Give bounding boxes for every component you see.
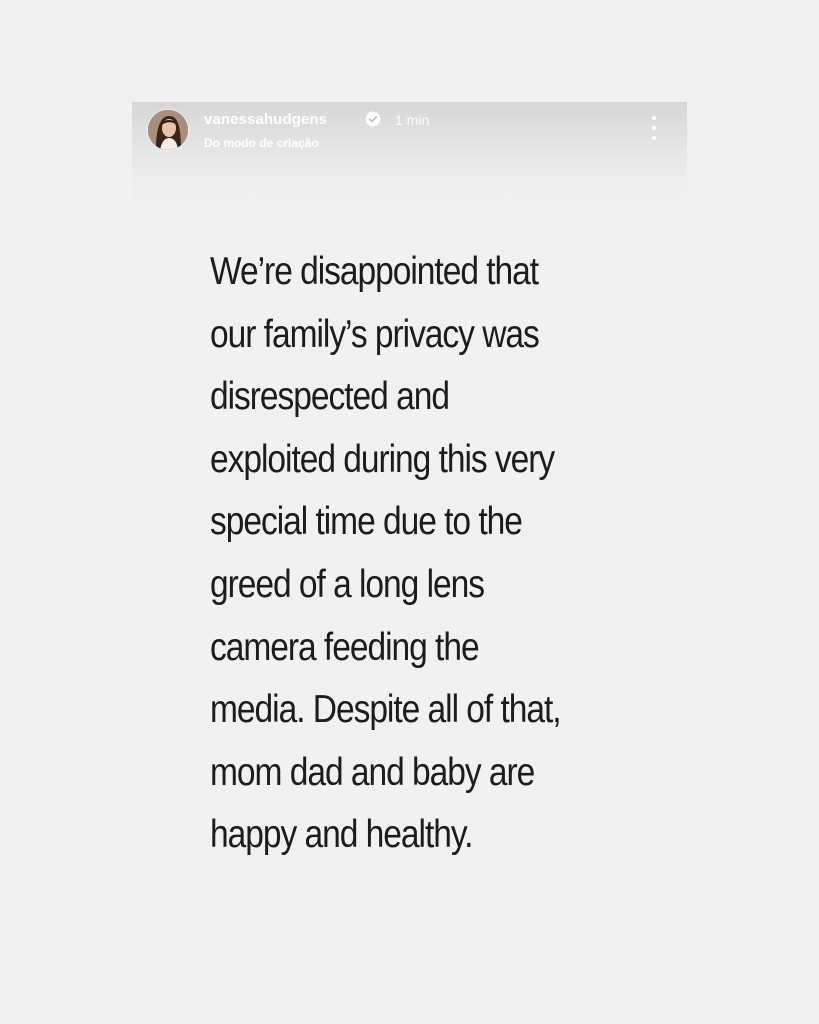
more-options-icon[interactable] bbox=[645, 116, 663, 140]
avatar-image-icon bbox=[148, 110, 188, 150]
username[interactable]: vanessahudgens bbox=[204, 111, 327, 128]
message-line: special time due to the bbox=[210, 500, 523, 544]
story-text-message: We’re disappointed that our family’s pri… bbox=[210, 241, 606, 867]
more-dot bbox=[652, 116, 656, 120]
message-line: media. Despite all of that, bbox=[210, 688, 562, 732]
story-subtitle: Do modo de criação bbox=[204, 136, 319, 150]
more-dot bbox=[652, 136, 656, 140]
message-line: exploited during this very bbox=[210, 437, 555, 481]
message-line: greed of a long lens bbox=[210, 562, 485, 606]
message-line: camera feeding the bbox=[210, 625, 480, 669]
message-line: We’re disappointed that bbox=[210, 250, 539, 293]
verified-badge-icon bbox=[365, 111, 381, 127]
avatar[interactable] bbox=[148, 110, 188, 150]
story-viewer: vanessahudgens 1 min Do modo de criação … bbox=[0, 0, 819, 1024]
message-line: mom dad and baby are bbox=[210, 750, 535, 794]
message-line: happy and healthy. bbox=[210, 813, 473, 857]
story-header: vanessahudgens 1 min Do modo de criação bbox=[132, 102, 687, 214]
story-card[interactable]: vanessahudgens 1 min Do modo de criação … bbox=[132, 102, 687, 922]
more-dot bbox=[652, 126, 656, 130]
message-line: disrespected and bbox=[210, 375, 450, 419]
message-line: our family’s privacy was bbox=[210, 312, 540, 356]
story-timestamp: 1 min bbox=[395, 112, 430, 128]
